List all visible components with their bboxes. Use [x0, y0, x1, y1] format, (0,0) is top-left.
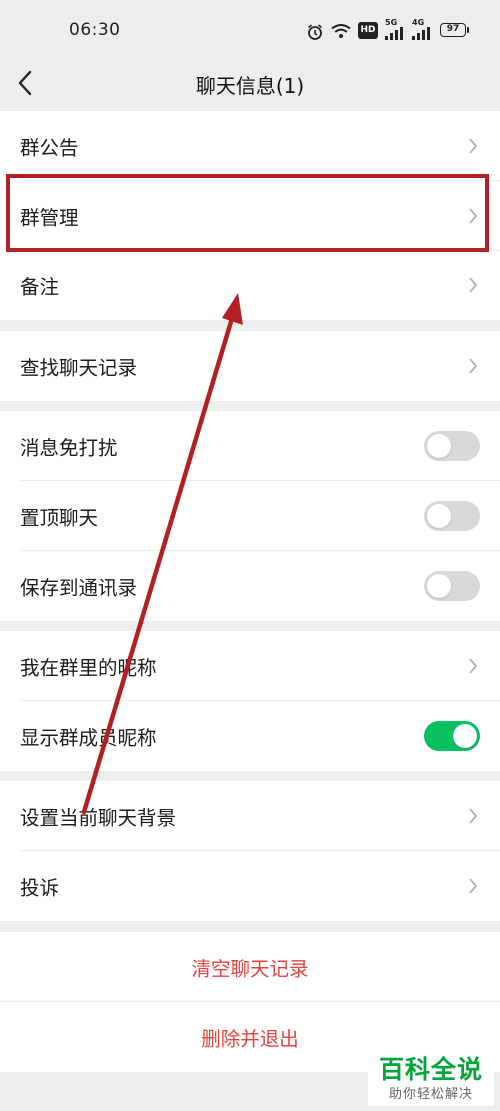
- toggle-knob: [427, 434, 451, 458]
- row-save-to-contacts: 保存到通讯录: [0, 551, 500, 621]
- row-mute-notifications: 消息免打扰: [0, 411, 500, 481]
- battery-icon: 97: [440, 23, 466, 37]
- chevron-right-icon: [469, 808, 478, 824]
- battery-tip: [467, 27, 469, 33]
- row-label: 置顶聊天: [20, 506, 99, 530]
- clear-history-button[interactable]: 清空聊天记录: [0, 932, 500, 1002]
- toggle-knob: [427, 574, 451, 598]
- row-search-history[interactable]: 查找聊天记录: [0, 331, 500, 401]
- row-label: 投诉: [20, 876, 60, 900]
- row-label: 消息免打扰: [20, 436, 118, 460]
- wifi-icon: [331, 24, 351, 38]
- save-contacts-toggle[interactable]: [424, 571, 480, 601]
- row-label: 我在群里的昵称: [20, 656, 157, 680]
- chevron-right-icon: [469, 277, 478, 293]
- row-group-announcement[interactable]: 群公告: [0, 111, 500, 181]
- clear-history-label: 清空聊天记录: [191, 957, 309, 981]
- watermark-title: 百科全说: [378, 1055, 483, 1084]
- row-pin-chat: 置顶聊天: [0, 481, 500, 551]
- settings-group-nickname: 我在群里的昵称 显示群成员昵称: [0, 631, 500, 771]
- watermark-logo: 百科全说 助你轻松解决: [368, 1048, 494, 1106]
- status-bar: 06:30 HD 5G 4G 97: [0, 0, 500, 62]
- row-label: 显示群成员昵称: [20, 726, 157, 750]
- row-my-group-nickname[interactable]: 我在群里的昵称: [0, 631, 500, 701]
- nav-bar: 聊天信息(1): [0, 62, 500, 110]
- show-nicknames-toggle[interactable]: [424, 721, 480, 751]
- row-complain[interactable]: 投诉: [0, 851, 500, 921]
- chevron-right-icon: [469, 138, 478, 154]
- settings-group-misc: 设置当前聊天背景 投诉: [0, 781, 500, 921]
- status-time: 06:30: [69, 20, 121, 40]
- page-title: 聊天信息(1): [195, 74, 305, 98]
- row-remark[interactable]: 备注: [0, 250, 500, 320]
- row-chat-background[interactable]: 设置当前聊天背景: [0, 781, 500, 851]
- signal-5g-label: 5G: [385, 18, 398, 27]
- row-label: 备注: [20, 275, 60, 299]
- chevron-right-icon: [469, 658, 478, 674]
- pin-chat-toggle[interactable]: [424, 501, 480, 531]
- chevron-right-icon: [469, 358, 478, 374]
- toggle-knob: [453, 724, 477, 748]
- alarm-icon: [307, 24, 323, 40]
- row-label: 设置当前聊天背景: [20, 806, 177, 830]
- mute-toggle[interactable]: [424, 431, 480, 461]
- hd-badge-icon: HD: [358, 22, 378, 39]
- row-label: 查找聊天记录: [20, 356, 138, 380]
- signal-4g-label: 4G: [412, 18, 425, 27]
- signal-4g-icon: [412, 27, 430, 40]
- signal-5g-icon: [385, 27, 403, 40]
- settings-group-search: 查找聊天记录: [0, 331, 500, 401]
- annotation-highlight-box: [6, 174, 489, 252]
- row-label: 群公告: [20, 136, 79, 160]
- row-show-member-nicknames: 显示群成员昵称: [0, 701, 500, 771]
- watermark-subtitle: 助你轻松解决: [388, 1087, 473, 1102]
- settings-group-toggles: 消息免打扰 置顶聊天 保存到通讯录: [0, 411, 500, 621]
- chevron-right-icon: [469, 878, 478, 894]
- toggle-knob: [427, 504, 451, 528]
- row-label: 保存到通讯录: [20, 576, 138, 600]
